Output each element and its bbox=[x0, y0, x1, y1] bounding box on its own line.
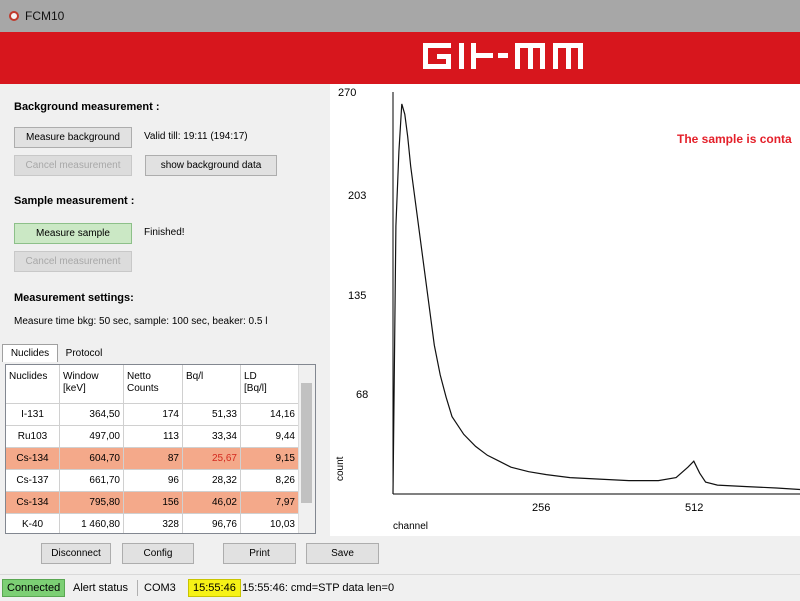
table-cell: 96 bbox=[124, 470, 183, 491]
table-cell: 174 bbox=[124, 404, 183, 425]
table-cell: 364,50 bbox=[60, 404, 124, 425]
y-tick-label: 270 bbox=[338, 87, 356, 99]
sample-section-title: Sample measurement : bbox=[14, 195, 135, 207]
y-tick-label: 135 bbox=[348, 290, 366, 302]
show-background-data-button[interactable]: show background data bbox=[145, 155, 277, 176]
table-cell: K-40 bbox=[6, 514, 60, 533]
measure-sample-button[interactable]: Measure sample bbox=[14, 223, 132, 244]
table-row[interactable]: I-131 364,50 174 51,33 14,16 bbox=[6, 404, 315, 426]
table-cell: 1 460,80 bbox=[60, 514, 124, 533]
table-cell: 10,03 bbox=[241, 514, 299, 533]
tab-protocol[interactable]: Protocol bbox=[60, 344, 108, 362]
config-button[interactable]: Config bbox=[122, 543, 194, 564]
table-cell: 661,70 bbox=[60, 470, 124, 491]
table-row[interactable]: Cs-137 661,70 96 28,32 8,26 bbox=[6, 470, 315, 492]
alert-status: Alert status bbox=[73, 582, 129, 594]
column-header-nuclides[interactable]: Nuclides bbox=[6, 365, 60, 403]
window-title: FCM10 bbox=[25, 9, 65, 23]
background-section-title: Background measurement : bbox=[14, 101, 160, 113]
column-header-ld[interactable]: LD [Bq/l] bbox=[241, 365, 299, 403]
app-icon bbox=[9, 11, 19, 21]
spectrum-chart: 270 203 135 68 count 256 512 channel The… bbox=[335, 87, 800, 532]
table-header: Nuclides Window [keV] Netto Counts Bq/l … bbox=[6, 365, 315, 404]
table-cell: 604,70 bbox=[60, 448, 124, 469]
x-tick-label: 512 bbox=[685, 502, 703, 514]
status-bar: Connected Alert status COM3 15:55:46 15:… bbox=[0, 574, 800, 601]
scrollbar-thumb[interactable] bbox=[301, 383, 312, 503]
status-time: 15:55:46 bbox=[188, 579, 241, 597]
contamination-alert: The sample is conta bbox=[677, 132, 792, 146]
table-cell: 795,80 bbox=[60, 492, 124, 513]
connection-status: Connected bbox=[2, 579, 66, 597]
table-cell: 7,97 bbox=[241, 492, 299, 513]
y-tick-label: 203 bbox=[348, 190, 366, 202]
x-tick-label: 256 bbox=[532, 502, 550, 514]
nuclide-table: Nuclides Window [keV] Netto Counts Bq/l … bbox=[5, 364, 316, 534]
column-header-window[interactable]: Window [keV] bbox=[60, 365, 124, 403]
table-cell: 8,26 bbox=[241, 470, 299, 491]
table-cell: Cs-134 bbox=[6, 492, 60, 513]
status-message: 15:55:46: cmd=STP data len=0 bbox=[242, 582, 395, 594]
cancel-sample-button[interactable]: Cancel measurement bbox=[14, 251, 132, 272]
sample-status: Finished! bbox=[144, 227, 185, 238]
table-row[interactable]: Cs-134 604,70 87 25,67 9,15 bbox=[6, 448, 315, 470]
table-row[interactable]: K-40 1 460,80 328 96,76 10,03 bbox=[6, 514, 315, 533]
print-button[interactable]: Print bbox=[223, 543, 296, 564]
title-bar: FCM10 bbox=[0, 0, 800, 32]
x-axis-title: channel bbox=[393, 521, 428, 532]
control-panel: Background measurement : Measure backgro… bbox=[0, 84, 330, 536]
spectrum-series-line bbox=[392, 103, 800, 495]
gimm-logo bbox=[423, 43, 583, 69]
com-port: COM3 bbox=[144, 582, 176, 594]
spectrum-chart-panel: 270 203 135 68 count 256 512 channel The… bbox=[330, 84, 800, 536]
table-cell: 156 bbox=[124, 492, 183, 513]
disconnect-button[interactable]: Disconnect bbox=[41, 543, 111, 564]
table-cell: 113 bbox=[124, 426, 183, 447]
y-axis-title: count bbox=[335, 456, 346, 481]
brand-banner bbox=[0, 32, 800, 84]
table-cell: Cs-137 bbox=[6, 470, 60, 491]
background-valid-till: Valid till: 19:11 (194:17) bbox=[144, 131, 248, 142]
table-cell: 328 bbox=[124, 514, 183, 533]
table-cell: Ru103 bbox=[6, 426, 60, 447]
table-cell: 87 bbox=[124, 448, 183, 469]
settings-summary: Measure time bkg: 50 sec, sample: 100 se… bbox=[14, 316, 268, 327]
table-cell: 33,34 bbox=[183, 426, 241, 447]
column-header-netto-counts[interactable]: Netto Counts bbox=[124, 365, 183, 403]
table-cell: Cs-134 bbox=[6, 448, 60, 469]
table-cell: 46,02 bbox=[183, 492, 241, 513]
measure-background-button[interactable]: Measure background bbox=[14, 127, 132, 148]
column-header-bq[interactable]: Bq/l bbox=[183, 365, 241, 403]
table-cell: 96,76 bbox=[183, 514, 241, 533]
table-cell: 9,44 bbox=[241, 426, 299, 447]
settings-section-title: Measurement settings: bbox=[14, 292, 134, 304]
save-button[interactable]: Save bbox=[306, 543, 379, 564]
table-cell: 51,33 bbox=[183, 404, 241, 425]
table-cell: 14,16 bbox=[241, 404, 299, 425]
table-scrollbar[interactable] bbox=[298, 365, 315, 533]
y-tick-label: 68 bbox=[356, 389, 368, 401]
tab-nuclides[interactable]: Nuclides bbox=[2, 344, 58, 362]
cancel-background-button[interactable]: Cancel measurement bbox=[14, 155, 132, 176]
table-body: I-131 364,50 174 51,33 14,16 Ru103 497,00 113 33… bbox=[6, 404, 315, 533]
table-row[interactable]: Cs-134 795,80 156 46,02 7,97 bbox=[6, 492, 315, 514]
table-row[interactable]: Ru103 497,00 113 33,34 9,44 bbox=[6, 426, 315, 448]
table-cell: 28,32 bbox=[183, 470, 241, 491]
table-cell: 25,67 bbox=[183, 448, 241, 469]
table-cell: I-131 bbox=[6, 404, 60, 425]
action-bar: Disconnect Config Print Save bbox=[0, 536, 800, 574]
table-cell: 497,00 bbox=[60, 426, 124, 447]
status-separator bbox=[137, 580, 138, 596]
table-cell: 9,15 bbox=[241, 448, 299, 469]
